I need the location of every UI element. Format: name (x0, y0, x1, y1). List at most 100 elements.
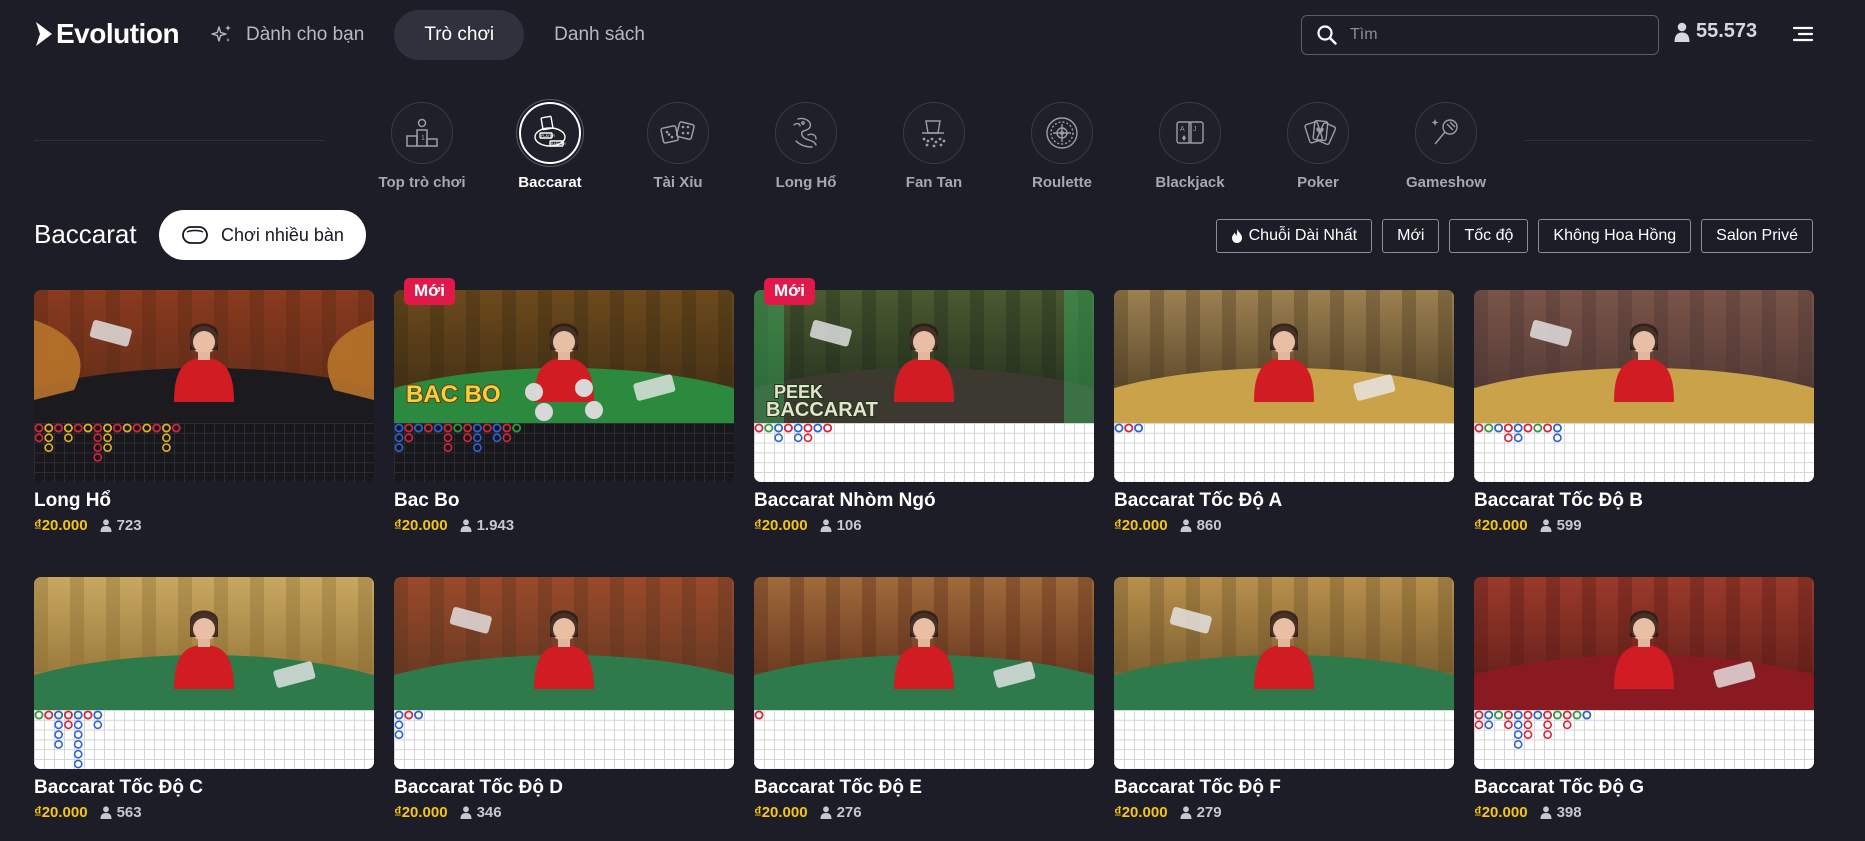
road-bead (1484, 720, 1494, 730)
category-baccarat[interactable]: PLAYER BANKER Baccarat (486, 102, 614, 191)
road-bead (1553, 710, 1562, 720)
player-count: 346 (460, 804, 502, 821)
game-thumbnail[interactable] (1474, 577, 1814, 769)
svg-text:J: J (1193, 126, 1197, 133)
road-bead (103, 443, 112, 452)
game-tile[interactable]: Baccarat Tốc Độ D ₫20.000 346 (394, 577, 734, 821)
bead-road (754, 423, 832, 443)
category-long-ho[interactable]: Long Hổ (742, 102, 870, 191)
category-roulette[interactable]: Roulette (998, 102, 1126, 191)
nav-games[interactable]: Trò chơi (394, 10, 525, 60)
live-table-preview (34, 290, 374, 423)
category-fan-tan[interactable]: Fan Tan (870, 102, 998, 191)
game-tile[interactable]: Baccarat Tốc Độ G ₫20.000 398 (1474, 577, 1814, 821)
game-thumbnail[interactable] (394, 577, 734, 769)
game-thumbnail[interactable] (1114, 577, 1454, 769)
svg-text:A: A (1180, 126, 1185, 133)
game-thumbnail[interactable] (34, 290, 374, 482)
menu-icon[interactable] (1792, 24, 1814, 44)
road-bead (394, 443, 404, 452)
game-tile[interactable]: Baccarat Tốc Độ E ₫20.000 276 (754, 577, 1094, 821)
road-bead (1494, 710, 1503, 720)
player-count: 723 (100, 517, 142, 534)
cards-icon: A J (1176, 121, 1204, 144)
game-tile[interactable]: Baccarat Tốc Độ F ₫20.000 279 (1114, 577, 1454, 821)
game-tile[interactable]: Baccarat Tốc Độ B ₫20.000 599 (1474, 290, 1814, 534)
road-bead (793, 433, 803, 443)
evolution-logo-icon (36, 22, 52, 46)
evolution-logo[interactable]: Evolution (34, 17, 180, 51)
game-thumbnail[interactable]: PEEK BACCARAT (754, 290, 1094, 482)
category-top-games[interactable]: 1 Top trò chơi (358, 102, 486, 191)
filter-new[interactable]: Mới (1382, 219, 1440, 253)
filter-no-commission[interactable]: Không Hoa Hồng (1538, 219, 1692, 253)
game-thumbnail[interactable]: BAC BO (394, 290, 734, 482)
road-bead (73, 423, 83, 433)
live-table-preview (1114, 290, 1454, 423)
user-icon (1540, 519, 1552, 532)
road-bead (463, 423, 472, 433)
player-count: 276 (820, 804, 862, 821)
bead-road (34, 710, 103, 769)
road-map (394, 710, 734, 769)
category-poker[interactable]: Poker (1254, 102, 1382, 191)
road-bead (93, 443, 103, 452)
category-bar: 1 Top trò chơi PLAYER BANKER Baccarat Tà… (358, 102, 1510, 191)
road-bead (1562, 720, 1572, 730)
search-input[interactable] (1350, 26, 1640, 44)
road-map (1474, 423, 1814, 482)
category-gameshow[interactable]: Gameshow (1382, 102, 1510, 191)
player-count: 563 (100, 804, 142, 821)
road-map (1474, 710, 1814, 769)
road-bead (1543, 720, 1552, 730)
road-bead (512, 423, 521, 433)
player-count-value: 346 (476, 804, 502, 821)
live-table-preview: BAC BO (394, 290, 734, 423)
game-tile[interactable]: PEEK BACCARAT Mới Baccarat Nhòm Ngó ₫20.… (754, 278, 1094, 534)
category-blackjack[interactable]: A J Blackjack (1126, 102, 1254, 191)
category-tai-xiu[interactable]: Tài Xỉu (614, 102, 742, 191)
game-tile[interactable]: Baccarat Tốc Độ C ₫20.000 563 (34, 577, 374, 821)
bead-road (394, 710, 423, 739)
category-label: Gameshow (1405, 174, 1487, 191)
main-nav: Dành cho bạn Trò chơi Danh sách (200, 10, 675, 60)
road-bead (404, 423, 414, 433)
nav-lists[interactable]: Danh sách (524, 10, 675, 60)
road-bead (83, 423, 93, 433)
filter-salon-prive[interactable]: Salon Privé (1701, 219, 1813, 253)
multi-table-label: Chơi nhiều bàn (221, 224, 344, 245)
filter-bar: Chuỗi Dài Nhất Mới Tốc độ Không Hoa Hồng… (1215, 219, 1813, 253)
bead-road (1474, 710, 1592, 749)
filter-speed[interactable]: Tốc độ (1449, 219, 1529, 253)
road-bead (433, 423, 443, 433)
game-title: Baccarat Nhòm Ngó (754, 490, 936, 511)
road-bead (1474, 710, 1484, 720)
nav-for-you[interactable]: Dành cho bạn (200, 10, 394, 60)
filter-label: Tốc độ (1464, 227, 1514, 244)
road-bead (502, 433, 512, 443)
road-bead (754, 423, 764, 433)
balance-display[interactable]: 55.573 (1674, 20, 1757, 43)
svg-text:BACCARAT: BACCARAT (766, 399, 878, 421)
game-tile[interactable]: Long Hổ ₫20.000 723 (34, 290, 374, 534)
game-thumbnail[interactable] (754, 577, 1094, 769)
search-box[interactable] (1301, 15, 1659, 55)
road-bead (73, 720, 83, 730)
player-count: 1.943 (460, 517, 514, 534)
game-thumbnail[interactable] (1474, 290, 1814, 482)
road-bead (132, 423, 142, 433)
player-count-value: 276 (836, 804, 862, 821)
road-bead (1543, 710, 1552, 720)
game-meta: ₫20.000 563 (34, 804, 374, 821)
game-thumbnail[interactable] (34, 577, 374, 769)
road-bead (73, 749, 83, 759)
bead-road (1114, 423, 1143, 433)
game-tile[interactable]: Baccarat Tốc Độ A ₫20.000 860 (1114, 290, 1454, 534)
road-bead (1543, 730, 1552, 739)
filter-longest-streak[interactable]: Chuỗi Dài Nhất (1215, 219, 1373, 253)
multi-table-button[interactable]: Chơi nhiều bàn (159, 210, 366, 260)
game-thumbnail[interactable] (1114, 290, 1454, 482)
road-bead (813, 423, 823, 433)
road-bead (394, 710, 404, 720)
game-tile[interactable]: BAC BO Mới Bac Bo ₫20.000 1.943 (394, 278, 734, 534)
